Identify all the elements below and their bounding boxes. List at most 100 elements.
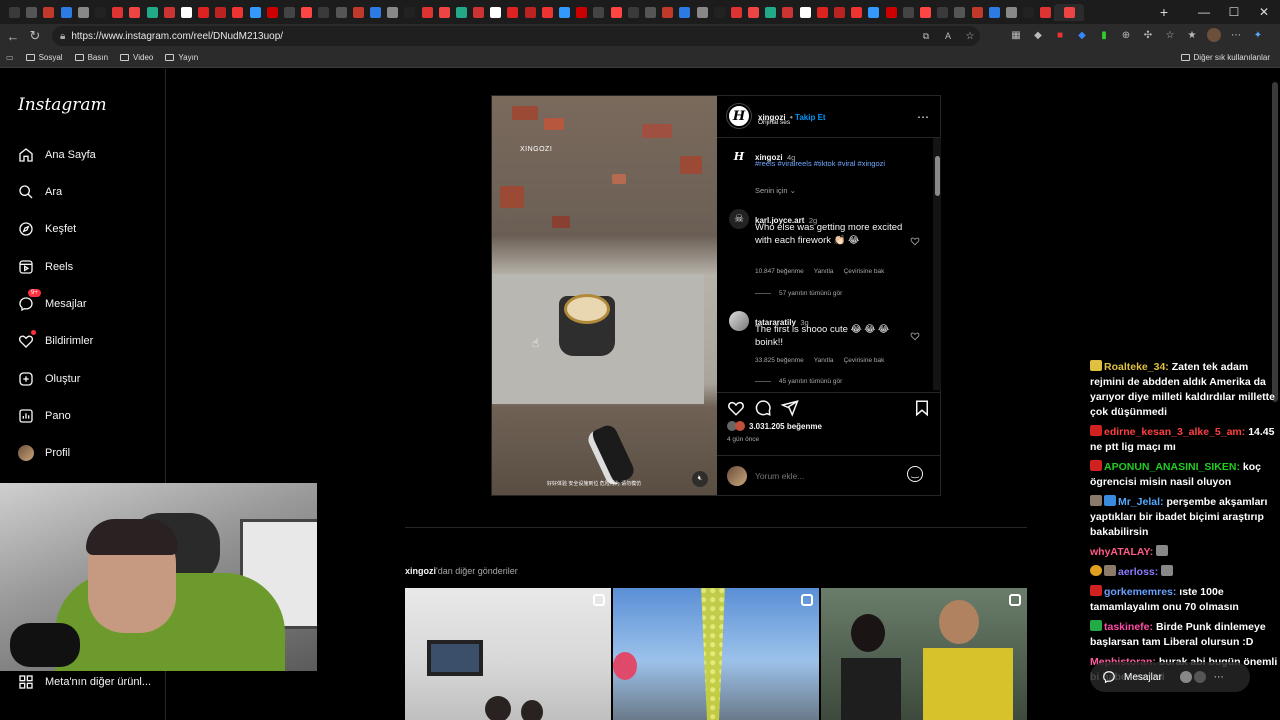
meta-products-link[interactable]: Meta'nın diğer ürünl... <box>18 674 151 690</box>
post-thumbnail[interactable] <box>613 588 819 720</box>
favorites-icon[interactable]: ★ <box>1184 27 1200 43</box>
extension-icon[interactable]: ⊕ <box>1118 27 1134 43</box>
browser-tab[interactable] <box>659 4 676 21</box>
nav-home[interactable]: Ana Sayfa <box>18 144 96 166</box>
browser-tab[interactable] <box>986 4 1003 21</box>
sort-dropdown[interactable]: Senin için ⌄ <box>755 186 796 195</box>
browser-tab[interactable] <box>573 4 590 21</box>
browser-tab[interactable] <box>487 4 504 21</box>
author-avatar[interactable]: H <box>727 104 751 128</box>
bookmark-folder[interactable]: Video <box>120 53 153 62</box>
browser-tab[interactable] <box>625 4 642 21</box>
post-thumbnail[interactable] <box>821 588 1027 720</box>
view-replies-button[interactable]: 57 yanıtın tümünü gör <box>755 290 842 297</box>
favorite-star-icon[interactable]: ☆ <box>962 28 978 44</box>
more-options-icon[interactable]: ⋯ <box>917 110 929 124</box>
comment-like-icon[interactable] <box>910 236 920 246</box>
comment-bubble-icon[interactable] <box>754 399 772 417</box>
browser-tab[interactable] <box>797 4 814 21</box>
reply-button[interactable]: Yanıtla <box>814 268 834 275</box>
nav-search[interactable]: Ara <box>18 181 62 203</box>
browser-tab[interactable] <box>900 4 917 21</box>
emoji-icon[interactable]: ‿ <box>907 466 923 482</box>
browser-tab[interactable] <box>865 4 882 21</box>
browser-tab[interactable] <box>281 4 298 21</box>
copilot-icon[interactable]: ✦ <box>1250 27 1266 43</box>
comment-like-icon[interactable] <box>910 331 920 341</box>
browser-tab[interactable] <box>401 4 418 21</box>
browser-tab[interactable] <box>298 4 315 21</box>
page-scrollbar[interactable] <box>1272 82 1278 402</box>
browser-tab[interactable] <box>883 4 900 21</box>
commenter-avatar[interactable]: ☠ <box>729 209 749 229</box>
new-tab-button[interactable]: + <box>1146 0 1182 24</box>
bookmark-folder[interactable]: Yayın <box>165 53 198 62</box>
audio-label[interactable]: Orijinal ses <box>758 119 790 126</box>
collections-icon[interactable]: ☆ <box>1162 27 1178 43</box>
browser-tab[interactable] <box>264 4 281 21</box>
browser-tab[interactable] <box>315 4 332 21</box>
url-field[interactable]: 🔒︎ https://www.instagram.com/reel/DNudM2… <box>52 26 980 46</box>
browser-tab[interactable] <box>728 4 745 21</box>
browser-tab[interactable] <box>247 4 264 21</box>
settings-more-icon[interactable]: ⋯ <box>1228 27 1244 43</box>
browser-tab[interactable] <box>642 4 659 21</box>
nav-create[interactable]: Oluştur <box>18 368 80 390</box>
more-posts-username[interactable]: xingozi <box>405 566 436 576</box>
split-screen-icon[interactable]: ⧉ <box>918 28 934 44</box>
browser-tab[interactable] <box>1037 4 1054 21</box>
browser-tab[interactable] <box>608 4 625 21</box>
reading-list-icon[interactable]: ▭ <box>6 53 14 62</box>
reel-video[interactable]: XINGOZI 好好体验 安全设施到位 危险行为 请勿模仿 🔇︎ ☝ <box>492 96 717 495</box>
refresh-button[interactable]: ↻ <box>24 25 46 47</box>
share-send-icon[interactable] <box>781 399 799 417</box>
browser-tab[interactable] <box>178 4 195 21</box>
extension-icon[interactable]: ■ <box>1052 27 1068 43</box>
back-button[interactable]: ← <box>2 25 24 47</box>
other-favorites[interactable]: Diğer sık kullanılanlar <box>1180 53 1270 62</box>
browser-tab[interactable] <box>934 4 951 21</box>
browser-tab[interactable] <box>350 4 367 21</box>
browser-tab[interactable] <box>711 4 728 21</box>
browser-tab[interactable] <box>762 4 779 21</box>
browser-tab[interactable] <box>814 4 831 21</box>
browser-tab[interactable] <box>745 4 762 21</box>
browser-tab[interactable] <box>384 4 401 21</box>
like-heart-icon[interactable] <box>727 399 745 417</box>
nav-dashboard[interactable]: Pano <box>18 405 71 427</box>
browser-tab[interactable] <box>436 4 453 21</box>
browser-tab[interactable] <box>694 4 711 21</box>
translate-button[interactable]: Çevirisine bak <box>844 268 885 275</box>
comment-input[interactable] <box>755 468 895 484</box>
comment-likes[interactable]: 10.847 beğenme <box>755 268 804 275</box>
post-thumbnail[interactable] <box>405 588 611 720</box>
browser-tab[interactable] <box>419 4 436 21</box>
browser-tab[interactable] <box>556 4 573 21</box>
messages-pill[interactable]: Mesajlar ⋯ <box>1090 662 1250 692</box>
browser-tab[interactable] <box>951 4 968 21</box>
browser-tab[interactable] <box>1020 4 1037 21</box>
browser-tab[interactable] <box>229 4 246 21</box>
extension-icon[interactable]: ▦ <box>1008 27 1024 43</box>
browser-tab[interactable] <box>195 4 212 21</box>
comment-likes[interactable]: 33.825 beğenme <box>755 357 804 364</box>
caption-avatar[interactable]: H <box>729 146 749 166</box>
view-replies-button[interactable]: 45 yanıtın tümünü gör <box>755 378 842 385</box>
nav-profile[interactable]: Profil <box>18 442 70 464</box>
browser-tab[interactable] <box>779 4 796 21</box>
browser-tab[interactable] <box>831 4 848 21</box>
browser-tab[interactable] <box>522 4 539 21</box>
caption-hashtags[interactable]: #reels #viralreels #tiktok #viral #xingo… <box>755 159 885 168</box>
browser-tab[interactable] <box>212 4 229 21</box>
bookmark-folder[interactable]: Basın <box>74 53 108 62</box>
extension-icon[interactable]: ◆ <box>1074 27 1090 43</box>
bookmark-icon[interactable] <box>913 399 931 417</box>
reply-button[interactable]: Yanıtla <box>814 357 834 364</box>
translate-button[interactable]: Çevirisine bak <box>844 357 885 364</box>
browser-tab[interactable] <box>144 4 161 21</box>
browser-tab[interactable] <box>367 4 384 21</box>
browser-tab[interactable] <box>126 4 143 21</box>
close-window-button[interactable]: ✕ <box>1246 0 1280 24</box>
nav-messages[interactable]: 9+ Mesajlar <box>18 289 87 315</box>
profile-avatar-icon[interactable] <box>1206 27 1222 43</box>
